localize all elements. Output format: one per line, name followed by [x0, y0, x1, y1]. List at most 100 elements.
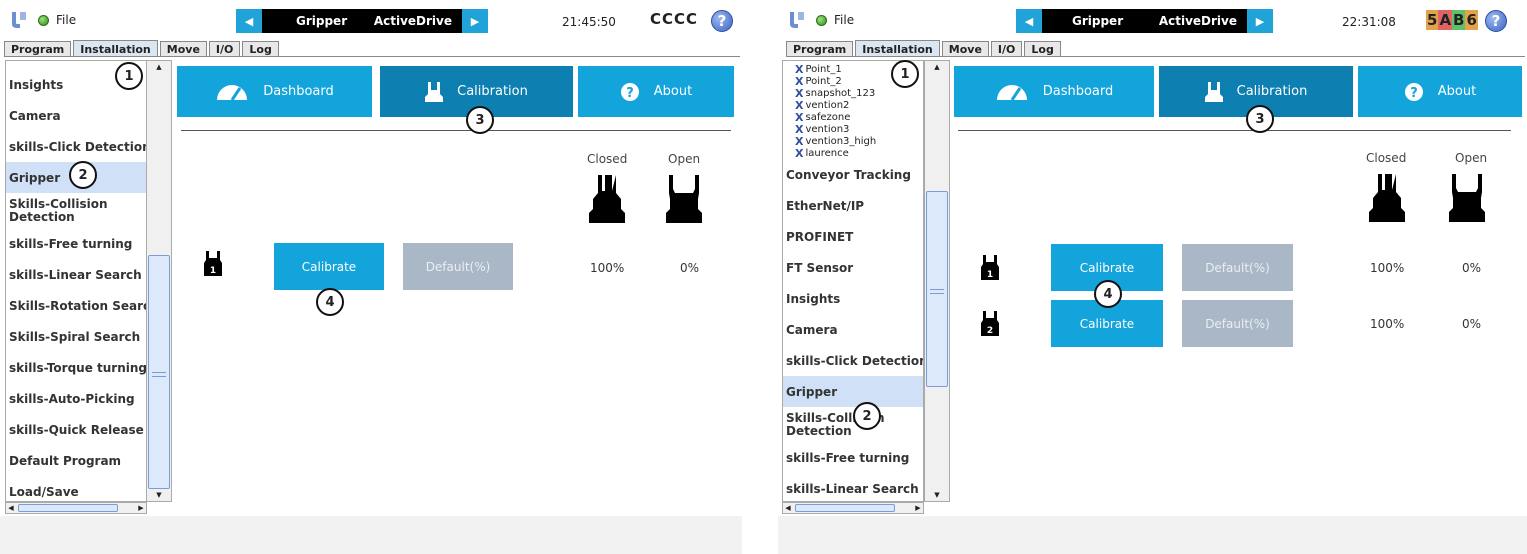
sidebar-item-gripper[interactable]: Gripper	[783, 376, 923, 407]
tab-installation[interactable]: Installation	[73, 40, 158, 57]
gripper-2-badge: 2	[987, 326, 993, 336]
tab-divider	[4, 56, 740, 57]
tree-item-vention2[interactable]: Xvention2	[783, 99, 923, 112]
help-icon[interactable]: ?	[711, 10, 733, 32]
default-button-1[interactable]: Default(%)	[403, 243, 513, 290]
sidebar-item-camera[interactable]: Camera	[6, 100, 146, 131]
tree-item-vention3[interactable]: Xvention3	[783, 123, 923, 136]
next-program-button[interactable]: ▶	[462, 9, 488, 33]
tree-item-vention3-high[interactable]: Xvention3_high	[783, 135, 923, 148]
scroll-down-icon[interactable]: ▼	[147, 489, 171, 501]
sidebar-item-quick-release[interactable]: skills-Quick Release	[6, 414, 146, 445]
sidebar-item-free-turning[interactable]: skills-Free turning	[783, 442, 923, 473]
scroll-left-icon[interactable]: ◀	[6, 503, 16, 513]
dashboard-button[interactable]: Dashboard	[177, 66, 372, 117]
about-button[interactable]: ? About	[1358, 66, 1522, 117]
scroll-up-icon[interactable]: ▲	[925, 61, 949, 73]
sidebar-vertical-scrollbar[interactable]: ▲ ▼	[924, 60, 950, 502]
next-program-button[interactable]: ▶	[1247, 9, 1273, 33]
help-icon[interactable]: ?	[1485, 10, 1507, 32]
tab-divider	[786, 56, 1525, 57]
tab-program[interactable]: Program	[786, 41, 854, 57]
program-name: Gripper	[296, 14, 348, 28]
file-menu[interactable]: File	[834, 13, 854, 27]
scroll-thumb[interactable]	[148, 255, 170, 489]
gripper-icon	[1204, 81, 1223, 103]
tab-move[interactable]: Move	[941, 41, 989, 57]
tab-program[interactable]: Program	[4, 41, 72, 57]
sidebar-item-linear-search[interactable]: skills-Linear Search	[6, 259, 146, 290]
scroll-right-icon[interactable]: ▶	[136, 503, 146, 513]
tree-item-safezone[interactable]: Xsafezone	[783, 111, 923, 124]
callout-1: 1	[115, 62, 143, 90]
tab-log[interactable]: Log	[242, 41, 279, 57]
sidebar-item-torque-turning[interactable]: skills-Torque turning	[6, 352, 146, 383]
gripper-closed-icon	[1369, 172, 1405, 225]
closed-value-2: 100%	[1370, 317, 1405, 331]
open-value-1: 0%	[1462, 261, 1482, 275]
sidebar-item-collision-detection[interactable]: Skills-Collision Detection	[6, 193, 146, 228]
sidebar-item-conveyor-tracking[interactable]: Conveyor Tracking	[783, 159, 923, 190]
sidebar-item-linear-search[interactable]: skills-Linear Search	[783, 473, 923, 501]
tree-item-label: Point_2	[805, 75, 842, 87]
mode-name: ActiveDrive	[1158, 14, 1237, 28]
status-dot-icon	[816, 15, 827, 26]
previous-program-button[interactable]: ◀	[1016, 9, 1042, 33]
robot-id: 5 A B 6	[1426, 10, 1478, 30]
scroll-down-icon[interactable]: ▼	[925, 489, 949, 501]
gripper-closed-icon	[589, 173, 625, 226]
default-button-2[interactable]: Default(%)	[1182, 300, 1293, 347]
sidebar-item-profinet[interactable]: PROFINET	[783, 221, 923, 252]
tab-installation[interactable]: Installation	[855, 40, 940, 57]
tree-item-label: laurence	[805, 147, 849, 159]
tree-item-laurence[interactable]: Xlaurence	[783, 147, 923, 160]
sidebar-vertical-scrollbar[interactable]: ▲ ▼	[146, 60, 172, 502]
main-tabs: Program Installation Move I/O Log	[786, 40, 1063, 57]
scroll-right-icon[interactable]: ▶	[913, 503, 923, 513]
gripper-content: Dashboard Calibration ? About Closed Ope…	[172, 60, 742, 516]
sidebar-item-ethernet-ip[interactable]: EtherNet/IP	[783, 190, 923, 221]
hscroll-thumb[interactable]	[795, 504, 895, 512]
robot-id-char-1: 5	[1426, 10, 1439, 30]
sidebar-item-default-program[interactable]: Default Program	[6, 445, 146, 476]
file-menu[interactable]: File	[56, 13, 76, 27]
sidebar-item-click-detection[interactable]: skills-Click Detection	[783, 345, 923, 376]
default-button-1[interactable]: Default(%)	[1182, 244, 1293, 291]
speedometer-icon	[995, 82, 1029, 102]
sidebar-item-auto-picking[interactable]: skills-Auto-Picking	[6, 383, 146, 414]
robot-id-char-3: B	[1452, 10, 1466, 30]
scroll-left-icon[interactable]: ◀	[783, 503, 793, 513]
dashboard-button[interactable]: Dashboard	[954, 66, 1154, 117]
tree-item-label: vention3_high	[805, 135, 877, 147]
sidebar-item-insights[interactable]: Insights	[783, 283, 923, 314]
sidebar-item-load-save[interactable]: Load/Save	[6, 476, 146, 501]
tab-io[interactable]: I/O	[990, 41, 1023, 57]
header-bar: File ◀ Gripper ActiveDrive ▶ 22:31:08 5 …	[778, 0, 1527, 40]
closed-column-header: Closed	[587, 152, 628, 166]
program-name-display: Gripper ActiveDrive	[262, 9, 462, 33]
about-button[interactable]: ? About	[578, 66, 734, 117]
previous-program-button[interactable]: ◀	[236, 9, 262, 33]
sidebar-item-free-turning[interactable]: skills-Free turning	[6, 228, 146, 259]
hscroll-thumb[interactable]	[18, 504, 118, 512]
ur-logo-icon	[788, 10, 806, 30]
tab-log[interactable]: Log	[1024, 41, 1061, 57]
sidebar-item-camera[interactable]: Camera	[783, 314, 923, 345]
about-label: About	[1437, 84, 1477, 99]
calibrate-button-1[interactable]: Calibrate	[274, 243, 384, 290]
sidebar-item-spiral-search[interactable]: Skills-Spiral Search	[6, 321, 146, 352]
closed-column-header: Closed	[1366, 151, 1407, 165]
sidebar-item-click-detection[interactable]: skills-Click Detection	[6, 131, 146, 162]
sidebar-item-ft-sensor[interactable]: FT Sensor	[783, 252, 923, 283]
sidebar-item-rotation-search[interactable]: Skills-Rotation Search	[6, 290, 146, 321]
gripper-open-icon	[666, 173, 702, 226]
scroll-up-icon[interactable]: ▲	[147, 61, 171, 73]
open-column-header: Open	[668, 152, 701, 166]
tree-item-snapshot-123[interactable]: Xsnapshot_123	[783, 87, 923, 100]
tab-move[interactable]: Move	[159, 41, 207, 57]
sidebar-horizontal-scrollbar[interactable]: ◀ ▶	[782, 502, 924, 514]
left-screenshot-panel: File ◀ Gripper ActiveDrive ▶ 21:45:50 CC…	[0, 0, 742, 554]
sidebar-horizontal-scrollbar[interactable]: ◀ ▶	[5, 502, 147, 514]
tab-io[interactable]: I/O	[208, 41, 241, 57]
scroll-thumb[interactable]	[926, 191, 948, 387]
